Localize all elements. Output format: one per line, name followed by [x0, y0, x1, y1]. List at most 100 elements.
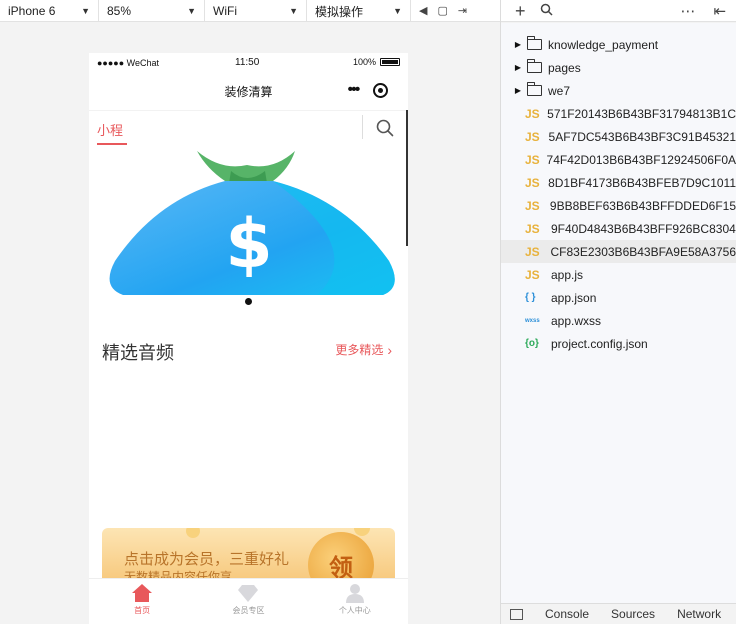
file-item[interactable]: JS 571F20143B6B43BF31794813B1C — [501, 102, 736, 125]
tab-member[interactable]: 会员专区 — [195, 579, 301, 624]
expand-arrow-icon[interactable]: ▶ — [511, 86, 525, 95]
file-name: CF83E2303B6B43BFA9E58A3756 — [550, 244, 736, 259]
config-file-icon: {o} — [525, 338, 539, 349]
file-name: 5AF7DC543B6B43BF3C91B45321 — [548, 129, 736, 144]
status-time: 11:50 — [235, 57, 260, 68]
file-item[interactable]: JS 74F42D013B6B43BF12924506F0A — [501, 148, 736, 171]
file-name: app.wxss — [551, 313, 602, 328]
file-name: 571F20143B6B43BF31794813B1C — [547, 106, 736, 121]
js-file-icon: JS — [525, 198, 540, 213]
tab-label: 会员专区 — [232, 606, 265, 615]
mini-program-capsule: ••• — [340, 80, 396, 100]
js-file-icon: JS — [525, 244, 540, 259]
folder-icon — [527, 59, 542, 73]
tab-label: 个人中心 — [338, 606, 371, 615]
folder-item[interactable]: ▶ we7 — [501, 79, 736, 102]
svg-text:$: $ — [225, 205, 272, 284]
window-icon[interactable]: ▢ — [437, 5, 447, 17]
file-item[interactable]: JS 9F40D4843B6B43BFF926BC8304 — [501, 217, 736, 240]
file-item[interactable]: { } app.json — [501, 286, 736, 309]
js-file-icon: JS — [525, 152, 540, 167]
file-item[interactable]: JS 5AF7DC543B6B43BF3C91B45321 — [501, 125, 736, 148]
file-item[interactable]: JS app.js — [501, 263, 736, 286]
battery-status: 100% — [353, 57, 400, 67]
chevron-right-icon: › — [387, 341, 392, 358]
folder-name: knowledge_payment — [548, 37, 659, 52]
expand-arrow-icon[interactable]: ▶ — [511, 63, 525, 72]
file-name: project.config.json — [551, 336, 648, 351]
home-icon — [132, 584, 153, 602]
file-name: 74F42D013B6B43BF12924506F0A — [546, 152, 736, 167]
tab-label: 首页 — [134, 606, 151, 615]
folder-item[interactable]: ▶ knowledge_payment — [501, 33, 736, 56]
folder-item[interactable]: ▶ pages — [501, 56, 736, 79]
file-item-selected[interactable]: JS CF83E2303B6B43BFA9E58A3756 — [501, 240, 736, 263]
tab-network[interactable]: Network — [677, 607, 721, 621]
file-item[interactable]: JS 9BB8BEF63B6B43BFFDDED6F15 — [501, 194, 736, 217]
carrier-label: ●●●●● WeChat — [97, 58, 160, 68]
volume-icon[interactable]: ◀ — [419, 5, 427, 17]
devtools-tabs: Console Sources Network — [501, 603, 736, 624]
file-item[interactable]: wxss app.wxss — [501, 309, 736, 332]
panel-toggle-icon[interactable] — [510, 608, 523, 620]
network-select[interactable]: WiFi ▼ — [205, 0, 307, 22]
folder-icon — [527, 82, 542, 96]
file-name: 9F40D4843B6B43BFF926BC8304 — [551, 221, 736, 236]
chevron-down-icon: ▼ — [289, 6, 298, 16]
section-title: 精选音频 — [102, 343, 174, 363]
network-select-value: WiFi — [213, 4, 237, 18]
status-bar: ●●●●● WeChat 11:50 100% — [89, 53, 408, 73]
operation-select[interactable]: 模拟操作 ▼ — [307, 0, 411, 22]
zoom-select[interactable]: 85% ▼ — [99, 0, 205, 22]
file-panel-toolbar: + ⋯ ⇤ — [501, 0, 736, 22]
chevron-down-icon: ▼ — [81, 6, 90, 16]
folder-name: pages — [548, 60, 581, 75]
battery-label: 100% — [352, 57, 376, 67]
swiper-indicator[interactable] — [245, 298, 252, 305]
scrollbar[interactable] — [406, 110, 408, 246]
operation-select-value: 模拟操作 — [315, 4, 364, 19]
coin-decoration — [186, 528, 200, 538]
more-link[interactable]: 更多精选 › — [335, 341, 392, 358]
file-item[interactable]: JS 8D1BF4173B6B43BFEB7D9C1011 — [501, 171, 736, 194]
file-name: app.json — [551, 290, 597, 305]
tab-console[interactable]: Console — [545, 607, 589, 621]
json-file-icon: { } — [525, 292, 536, 303]
tab-sources[interactable]: Sources — [611, 607, 655, 621]
file-item[interactable]: {o} project.config.json — [501, 332, 736, 355]
file-name: 9BB8BEF63B6B43BFFDDED6F15 — [549, 198, 736, 213]
plus-icon[interactable]: + — [515, 2, 526, 20]
more-icon[interactable]: ••• — [348, 82, 361, 98]
device-select[interactable]: iPhone 6 ▼ — [0, 0, 99, 22]
js-file-icon: JS — [525, 221, 540, 236]
tab-profile[interactable]: 个人中心 — [302, 579, 408, 624]
folder-icon — [527, 36, 542, 50]
rotate-icon[interactable]: ⇥ — [458, 5, 467, 17]
zoom-select-value: 85% — [107, 4, 132, 18]
close-target-icon[interactable] — [373, 82, 389, 98]
tab-home[interactable]: 首页 — [89, 579, 195, 624]
promo-title: 点击成为会员，三重好礼 — [124, 551, 290, 568]
search-icon[interactable] — [375, 118, 395, 138]
js-file-icon: JS — [525, 267, 540, 282]
nav-bar: 装修清算 ••• — [89, 73, 408, 109]
banner-image[interactable]: $ — [97, 145, 402, 307]
category-tabs: 小程 — [89, 110, 408, 145]
simulator-icon-group: ◀ ▢ ⇥ — [411, 0, 475, 22]
money-bag-icon: $ — [109, 151, 395, 295]
tab-active[interactable]: 小程 — [97, 120, 123, 139]
divider — [362, 115, 363, 139]
folder-name: we7 — [548, 83, 571, 98]
file-name: 8D1BF4173B6B43BFEB7D9C1011 — [548, 175, 736, 190]
device-select-value: iPhone 6 — [8, 4, 56, 18]
expand-arrow-icon[interactable]: ▶ — [511, 40, 525, 49]
collapse-icon[interactable]: ⇤ — [714, 4, 727, 19]
file-explorer: ▶ knowledge_payment ▶ pages ▶ we7 JS 571… — [501, 23, 736, 603]
file-name: app.js — [551, 267, 584, 282]
more-icon[interactable]: ⋯ — [681, 4, 696, 19]
coin-decoration — [354, 528, 370, 536]
js-file-icon: JS — [525, 129, 540, 144]
diamond-icon — [238, 585, 259, 602]
search-icon[interactable] — [540, 3, 553, 19]
chevron-down-icon: ▼ — [393, 6, 402, 16]
